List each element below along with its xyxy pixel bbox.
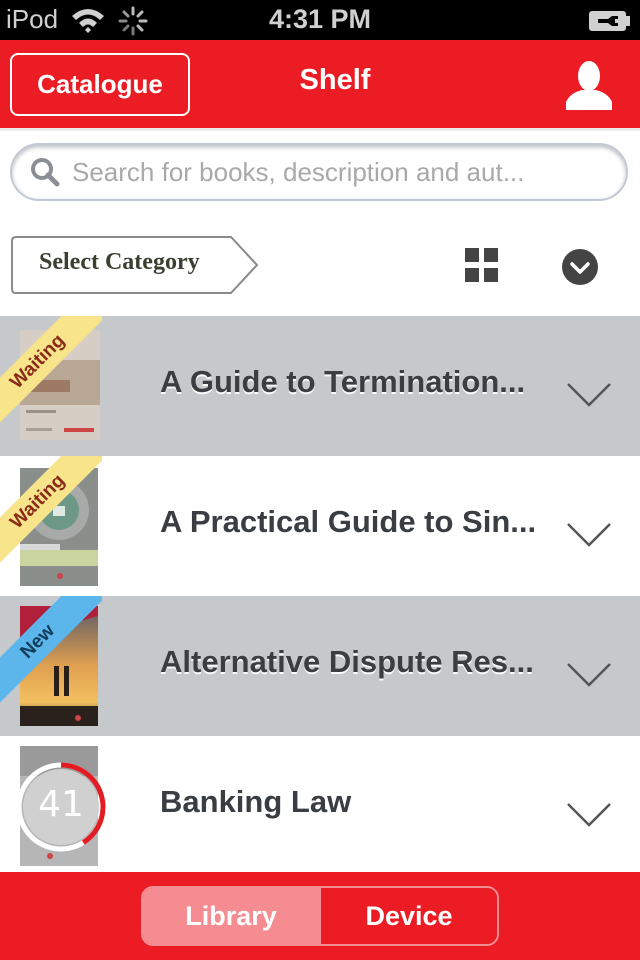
- bottom-bar: Library Device: [0, 872, 640, 960]
- grid-view-icon[interactable]: [465, 248, 499, 284]
- page-title: Shelf: [299, 64, 371, 96]
- search-input[interactable]: [72, 156, 592, 188]
- select-category-label: Select Category: [39, 249, 200, 275]
- chevron-down-icon[interactable]: [566, 522, 612, 548]
- catalogue-button[interactable]: Catalogue: [10, 53, 190, 116]
- book-row[interactable]: 41 Banking Law: [0, 736, 640, 876]
- tab-device[interactable]: Device: [319, 888, 497, 944]
- book-cover: [20, 468, 98, 586]
- divider: [0, 128, 640, 131]
- book-row[interactable]: Waiting A Guide to Termination...: [0, 316, 640, 456]
- chevron-down-icon[interactable]: [566, 382, 612, 408]
- progress-label: 41: [38, 784, 84, 825]
- user-icon[interactable]: [562, 60, 614, 110]
- select-category-button[interactable]: Select Category: [11, 236, 259, 294]
- book-title: Alternative Dispute Res...: [160, 644, 534, 679]
- book-cover: [20, 606, 98, 726]
- book-title: Banking Law: [160, 784, 352, 819]
- book-title: A Guide to Termination...: [160, 364, 526, 399]
- status-bar: iPod 4:31 PM: [0, 0, 640, 40]
- navigation-bar: Catalogue Shelf: [0, 40, 640, 128]
- book-row[interactable]: Waiting A Practical Guide to Sin...: [0, 456, 640, 596]
- library-device-segmented-control: Library Device: [141, 886, 499, 946]
- book-cover: [20, 330, 100, 440]
- battery-charging-icon: [588, 10, 632, 37]
- search-icon: [30, 157, 60, 187]
- chevron-down-icon[interactable]: [566, 662, 612, 688]
- search-bar[interactable]: [10, 143, 628, 201]
- book-title: A Practical Guide to Sin...: [160, 504, 537, 539]
- clock: 4:31 PM: [268, 4, 372, 34]
- tab-library[interactable]: Library: [143, 888, 319, 944]
- chevron-down-icon[interactable]: [566, 802, 612, 828]
- chevron-circle-down-icon[interactable]: [561, 248, 599, 286]
- book-row[interactable]: New Alternative Dispute Res...: [0, 596, 640, 736]
- book-list: Waiting A Guide to Termination... Waitin…: [0, 316, 640, 876]
